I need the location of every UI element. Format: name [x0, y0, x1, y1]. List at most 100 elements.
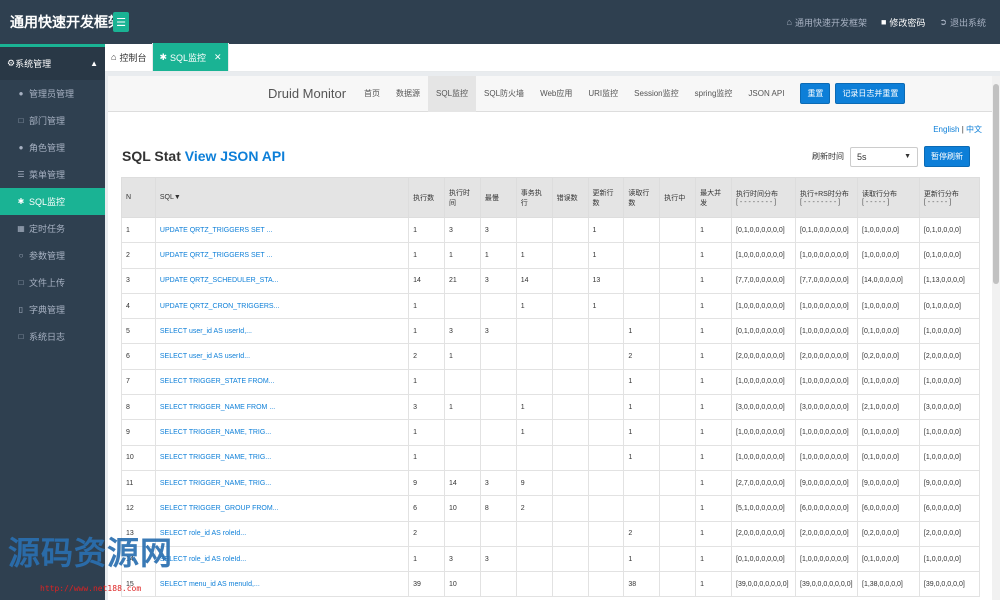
sql-link[interactable]: SELECT menu_id AS menuId,... — [154, 571, 410, 598]
content-frame: Druid Monitor 首页 数据源 SQL监控 SQL防火墙 Web应用 … — [108, 76, 992, 600]
druid-nav-json-api[interactable]: JSON API — [740, 76, 792, 112]
reset-button[interactable]: 重置 — [800, 83, 831, 104]
sidebar-item-system-log[interactable]: □ 系统日志 — [0, 323, 105, 350]
page-title-text: SQL Stat — [122, 148, 181, 164]
col-fetch-hist[interactable]: 读取行分布 [ - - - - - ] — [857, 177, 920, 218]
sql-link[interactable]: SELECT TRIGGER_NAME, TRIG... — [154, 469, 410, 497]
col-n[interactable]: N — [121, 177, 156, 218]
tab-dashboard[interactable]: ⌂ 控制台 — [105, 43, 154, 71]
sql-link[interactable]: SELECT user_id AS userId,... — [154, 318, 410, 345]
bug-icon: ✱ — [17, 197, 25, 206]
sidebar-item-scheduled-tasks[interactable]: ▦ 定时任务 — [0, 215, 105, 242]
table-cell — [659, 368, 697, 396]
druid-nav-home[interactable]: 首页 — [356, 76, 388, 112]
sidebar-item-admin[interactable]: ● 管理员管理 — [0, 80, 105, 107]
sql-link[interactable]: UPDATE QRTZ_TRIGGERS SET ... — [154, 242, 410, 269]
col-fetch-hist-title: 读取行分布 — [862, 191, 897, 198]
bookmark-icon: ▯ — [18, 305, 24, 314]
sidebar-item-file-upload[interactable]: □ 文件上传 — [0, 269, 105, 296]
table-cell: 8 — [121, 394, 156, 421]
col-slowest[interactable]: 最慢 — [479, 177, 517, 218]
pause-refresh-button[interactable]: 暂停刷新 — [924, 146, 970, 167]
sql-link[interactable]: SELECT TRIGGER_NAME, TRIG... — [154, 444, 410, 471]
table-cell — [659, 292, 697, 320]
table-cell — [515, 571, 553, 598]
druid-brand[interactable]: Druid Monitor — [268, 86, 346, 101]
lang-english-link[interactable]: English — [933, 125, 959, 134]
table-cell — [587, 318, 625, 345]
table-cell: [0,1,0,0,0,0,0,0] — [731, 318, 797, 345]
header-link-change-password[interactable]: ■ 修改密码 — [881, 16, 925, 29]
sidebar-item-menu[interactable]: ☰ 菜单管理 — [0, 161, 105, 188]
sql-link[interactable]: SELECT role_id AS roleId... — [154, 520, 410, 547]
refresh-interval-select[interactable]: 5s ▼ — [850, 146, 918, 167]
col-running[interactable]: 执行中 — [659, 177, 697, 218]
table-cell: 2 — [623, 343, 661, 370]
druid-nav-session[interactable]: Session监控 — [626, 76, 686, 112]
col-max-concurrent[interactable]: 最大并发 — [695, 177, 733, 218]
druid-nav-wall[interactable]: SQL防火墙 — [476, 76, 532, 112]
table-cell: 1 — [695, 520, 733, 547]
sidebar-item-params[interactable]: ○ 参数管理 — [0, 242, 105, 269]
sql-link[interactable]: UPDATE QRTZ_SCHEDULER_STA... — [154, 267, 410, 294]
scrollbar[interactable] — [992, 76, 1000, 600]
close-icon[interactable]: ✕ — [214, 52, 222, 63]
sidebar-item-label: 管理员管理 — [29, 89, 75, 99]
table-body: 1 UPDATE QRTZ_TRIGGERS SET ... 1 3 3 1 1 [0,1,0… — [121, 216, 981, 598]
view-json-api-link[interactable]: View JSON API — [185, 148, 285, 164]
table-cell: [7,7,0,0,0,0,0,0] — [731, 267, 797, 294]
col-update-rows[interactable]: 更新行数 — [587, 177, 625, 218]
col-fetch-rows[interactable]: 读取行数 — [623, 177, 661, 218]
table-cell: [1,0,0,0,0,0] — [918, 368, 981, 396]
sidebar-item-dictionary[interactable]: ▯ 字典管理 — [0, 296, 105, 323]
scrollbar-thumb[interactable] — [993, 84, 999, 284]
col-errors[interactable]: 错误数 — [551, 177, 589, 218]
col-exec-count[interactable]: 执行数 — [408, 177, 446, 218]
druid-nav-web[interactable]: Web应用 — [532, 76, 580, 112]
sidebar-group-label: 系统管理 — [15, 59, 52, 69]
sidebar-item-sql-monitor[interactable]: ✱ SQL监控 — [0, 188, 105, 215]
druid-nav-uri[interactable]: URI监控 — [580, 76, 626, 112]
table-cell — [623, 292, 661, 320]
sql-link[interactable]: UPDATE QRTZ_TRIGGERS SET ... — [154, 216, 410, 244]
table-row: 6 SELECT user_id AS userId... 2 1 2 1 [2,0,0,0… — [121, 343, 981, 370]
col-update-hist[interactable]: 更新行分布 [ - - - - - ] — [918, 177, 981, 218]
druid-nav-sql[interactable]: SQL监控 — [428, 76, 477, 112]
col-tx-exec[interactable]: 事务执行 — [515, 177, 553, 218]
druid-nav-spring[interactable]: spring监控 — [687, 76, 741, 112]
table-cell: [9,0,0,0,0,0,0,0] — [795, 469, 858, 497]
sql-link[interactable]: SELECT TRIGGER_STATE FROM... — [154, 368, 410, 396]
col-exec-rs-hist[interactable]: 执行+RS时分布 [ - - - - - - - - ] — [795, 177, 858, 218]
log-and-reset-button[interactable]: 记录日志并重置 — [835, 83, 906, 104]
table-cell: 39 — [408, 571, 446, 598]
sql-link[interactable]: SELECT TRIGGER_NAME, TRIG... — [154, 419, 410, 446]
col-exec-time[interactable]: 执行时间 — [444, 177, 481, 218]
table-cell: 4 — [121, 292, 156, 320]
table-cell: 1 — [408, 419, 446, 446]
table-cell — [479, 343, 517, 370]
table-cell — [551, 571, 589, 598]
header-link-home[interactable]: ⌂ 通用快速开发框架 — [787, 16, 867, 29]
sql-link[interactable]: SELECT TRIGGER_GROUP FROM... — [154, 495, 410, 522]
table-cell: 1 — [408, 292, 446, 320]
table-cell — [444, 292, 481, 320]
sql-link[interactable]: UPDATE QRTZ_CRON_TRIGGERS... — [154, 292, 410, 320]
sql-link[interactable]: SELECT user_id AS userId... — [154, 343, 410, 370]
table-cell: [0,1,0,0,0,0,0,0] — [731, 545, 797, 573]
sql-link[interactable]: SELECT role_id AS roleId... — [154, 545, 410, 573]
druid-nav-datasource[interactable]: 数据源 — [388, 76, 428, 112]
header-link-logout[interactable]: ➲ 退出系统 — [939, 16, 986, 29]
table-cell: 7 — [121, 368, 156, 396]
sidebar-item-role[interactable]: ● 角色管理 — [0, 134, 105, 161]
sidebar-group-system[interactable]: ⚙ 系统管理 ▲ — [0, 44, 105, 80]
col-sql[interactable]: SQL▼ — [154, 177, 410, 218]
col-exec-rs-hist-title: 执行+RS时分布 — [800, 191, 849, 198]
menu-icon[interactable]: ☰ — [113, 12, 129, 32]
tab-sql-monitor[interactable]: ✱ SQL监控 ✕ — [153, 43, 229, 71]
lang-chinese-link[interactable]: 中文 — [966, 125, 982, 134]
sidebar-item-department[interactable]: □ 部门管理 — [0, 107, 105, 134]
sql-link[interactable]: SELECT TRIGGER_NAME FROM ... — [154, 394, 410, 421]
table-cell: 9 — [408, 469, 446, 497]
table-cell: [1,0,0,0,0,0,0,0] — [795, 242, 858, 269]
col-exec-hist[interactable]: 执行时间分布 [ - - - - - - - - ] — [731, 177, 797, 218]
